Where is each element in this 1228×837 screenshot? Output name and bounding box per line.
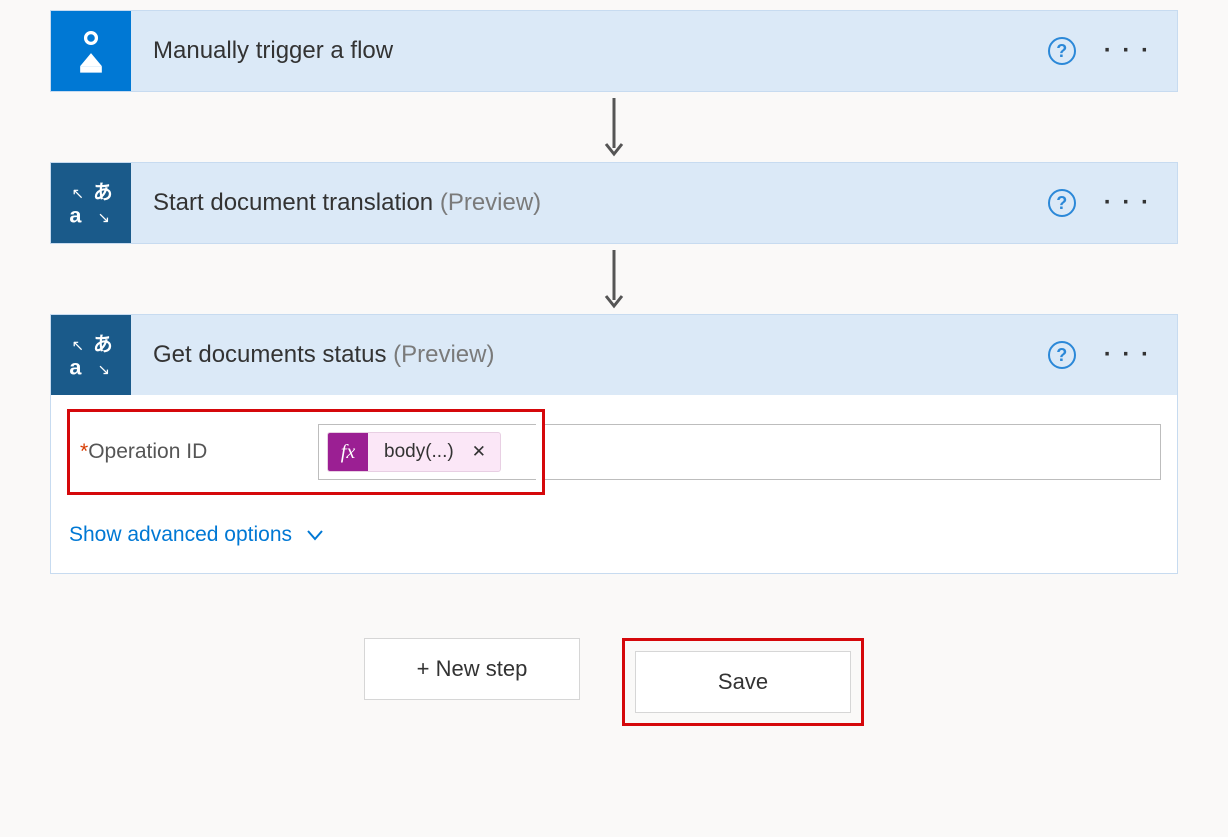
step-title: Get documents status (Preview) (131, 341, 1048, 369)
trigger-icon (51, 11, 131, 91)
flow-step-start-translation: ↖ あa ↘ Start document translation (Preview… (50, 162, 1178, 244)
param-label: *Operation ID (80, 440, 318, 464)
operation-id-input[interactable]: fx body(...) ✕ (318, 424, 536, 480)
step-header-status[interactable]: ↖ あa ↘ Get documents status (Preview) ? · … (51, 315, 1177, 395)
step-title: Manually trigger a flow (131, 37, 1048, 65)
chevron-down-icon (306, 526, 324, 544)
help-icon[interactable]: ? (1048, 37, 1076, 65)
show-advanced-options[interactable]: Show advanced options (67, 523, 324, 547)
connector-arrow (599, 92, 629, 162)
svg-text:↖: ↖ (72, 186, 85, 203)
translate-icon: ↖ あa ↘ (51, 163, 131, 243)
svg-text:あ: あ (93, 334, 113, 356)
flow-step-trigger: Manually trigger a flow ? · · · (50, 10, 1178, 92)
help-icon[interactable]: ? (1048, 341, 1076, 369)
more-icon[interactable]: · · · (1104, 37, 1151, 65)
token-remove[interactable]: ✕ (468, 442, 500, 462)
footer-buttons: + New step Save (364, 638, 864, 726)
step-header-start[interactable]: ↖ あa ↘ Start document translation (Preview… (51, 163, 1177, 243)
svg-text:a: a (69, 203, 82, 228)
flow-step-get-status: ↖ あa ↘ Get documents status (Preview) ? · … (50, 314, 1178, 574)
svg-text:あ: あ (93, 182, 113, 204)
svg-text:↘: ↘ (98, 210, 111, 227)
translate-icon: ↖ あa ↘ (51, 315, 131, 395)
svg-text:↖: ↖ (72, 338, 85, 355)
step-header-trigger[interactable]: Manually trigger a flow ? · · · (51, 11, 1177, 91)
fx-icon: fx (328, 432, 368, 472)
svg-text:↘: ↘ (98, 362, 111, 379)
svg-text:a: a (69, 355, 82, 380)
more-icon[interactable]: · · · (1104, 341, 1151, 369)
more-icon[interactable]: · · · (1104, 189, 1151, 217)
step-body: *Operation ID fx body(...) ✕ Show ad (51, 395, 1177, 573)
save-button[interactable]: Save (635, 651, 851, 713)
connector-arrow (599, 244, 629, 314)
expression-token[interactable]: fx body(...) ✕ (327, 432, 501, 472)
step-title: Start document translation (Preview) (131, 189, 1048, 217)
token-label: body(...) (368, 441, 468, 463)
operation-id-input-rest[interactable] (545, 424, 1161, 480)
new-step-button[interactable]: + New step (364, 638, 580, 700)
save-highlight: Save (622, 638, 864, 726)
help-icon[interactable]: ? (1048, 189, 1076, 217)
